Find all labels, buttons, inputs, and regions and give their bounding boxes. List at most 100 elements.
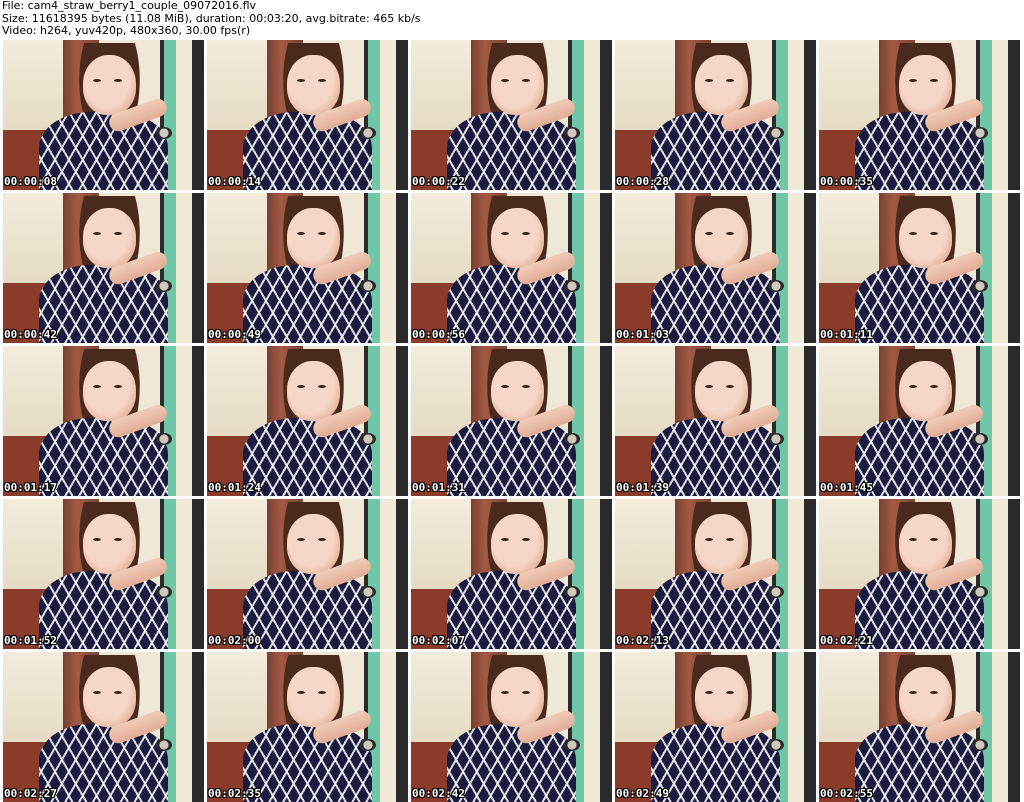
thumbnail-image-body: [243, 571, 372, 649]
video-thumbnail[interactable]: 00:02:27: [3, 652, 204, 802]
video-thumbnail[interactable]: 00:01:03: [615, 193, 816, 343]
thumbnail-image-face: [695, 514, 748, 574]
thumbnail-image-body: [243, 112, 372, 190]
thumbnail-timestamp: 00:02:00: [208, 634, 261, 647]
thumbnail-image-face: [899, 514, 952, 574]
video-thumbnail[interactable]: 00:01:24: [207, 346, 408, 496]
thumbnail-timestamp: 00:01:17: [4, 481, 57, 494]
thumbnail-image-eye-r: [929, 538, 938, 541]
thumbnail-image-eye-r: [929, 691, 938, 694]
video-thumbnail[interactable]: 00:02:49: [615, 652, 816, 802]
thumbnail-timestamp: 00:01:11: [820, 328, 873, 341]
thumbnail-image-body: [39, 418, 168, 496]
thumbnail-image-face: [695, 55, 748, 115]
video-thumbnail[interactable]: 00:02:07: [411, 499, 612, 649]
thumbnail-image-watch: [155, 586, 172, 598]
thumbnail-image-face: [695, 208, 748, 268]
thumbnail-image-watch: [971, 280, 988, 292]
thumbnail-image-eye-r: [929, 79, 938, 82]
video-thumbnail[interactable]: 00:00:08: [3, 40, 204, 190]
thumbnail-image-eye-r: [317, 232, 326, 235]
thumbnail-image-watch: [971, 739, 988, 751]
thumbnail-image-watch: [767, 586, 784, 598]
thumbnail-image-face: [287, 361, 340, 421]
thumbnail-image-body: [651, 112, 780, 190]
thumbnail-image-face: [491, 55, 544, 115]
thumbnail-image-face: [287, 208, 340, 268]
thumbnail-image-eye-r: [317, 691, 326, 694]
thumbnail-image-watch: [359, 127, 376, 139]
video-thumbnail[interactable]: 00:01:39: [615, 346, 816, 496]
thumbnail-image-face: [491, 361, 544, 421]
thumbnail-timestamp: 00:01:03: [616, 328, 669, 341]
thumbnail-image-eye-r: [521, 232, 530, 235]
video-thumbnail[interactable]: 00:01:11: [819, 193, 1020, 343]
video-thumbnail[interactable]: 00:00:49: [207, 193, 408, 343]
thumbnail-image-watch: [971, 127, 988, 139]
thumbnail-image-face: [83, 667, 136, 727]
video-thumbnail[interactable]: 00:00:28: [615, 40, 816, 190]
thumbnail-image-eye-r: [521, 79, 530, 82]
thumbnail-image-watch: [767, 739, 784, 751]
thumbnail-image-eye-r: [317, 538, 326, 541]
thumbnail-image-eye-r: [113, 691, 122, 694]
thumbnail-image-eye-r: [521, 538, 530, 541]
video-thumbnail[interactable]: 00:02:42: [411, 652, 612, 802]
thumbnail-grid: 00:00:08 00:00:14 00:00:22 00:00:28 00:00:35…: [3, 40, 1023, 802]
thumbnail-timestamp: 00:01:45: [820, 481, 873, 494]
video-thumbnail[interactable]: 00:01:45: [819, 346, 1020, 496]
thumbnail-image-watch: [971, 433, 988, 445]
thumbnail-image-body: [447, 571, 576, 649]
thumbnail-image-face: [899, 667, 952, 727]
thumbnail-image-face: [491, 514, 544, 574]
thumbnail-timestamp: 00:00:35: [820, 175, 873, 188]
thumbnail-image-watch: [359, 433, 376, 445]
video-thumbnail[interactable]: 00:02:21: [819, 499, 1020, 649]
thumbnail-image-body: [447, 265, 576, 343]
video-thumbnail[interactable]: 00:00:56: [411, 193, 612, 343]
thumbnail-image-body: [39, 724, 168, 802]
thumbnail-image-watch: [563, 586, 580, 598]
video-thumbnail[interactable]: 00:01:31: [411, 346, 612, 496]
thumbnail-timestamp: 00:02:42: [412, 787, 465, 800]
thumbnail-timestamp: 00:02:13: [616, 634, 669, 647]
thumbnail-image-face: [899, 208, 952, 268]
thumbnail-timestamp: 00:01:52: [4, 634, 57, 647]
thumbnail-image-eye-r: [929, 385, 938, 388]
thumbnail-image-watch: [767, 280, 784, 292]
file-info-header: File: cam4_straw_berry1_couple_09072016.…: [2, 0, 421, 38]
thumbnail-image-eye-r: [929, 232, 938, 235]
thumbnail-image-watch: [767, 433, 784, 445]
video-thumbnail[interactable]: 00:00:22: [411, 40, 612, 190]
thumbnail-image-face: [83, 55, 136, 115]
thumbnail-image-body: [855, 265, 984, 343]
thumbnail-image-face: [899, 361, 952, 421]
thumbnail-timestamp: 00:01:24: [208, 481, 261, 494]
thumbnail-image-body: [243, 265, 372, 343]
thumbnail-image-body: [855, 112, 984, 190]
thumbnail-image-body: [855, 418, 984, 496]
video-thumbnail[interactable]: 00:01:52: [3, 499, 204, 649]
thumbnail-image-face: [287, 55, 340, 115]
thumbnail-image-watch: [563, 433, 580, 445]
thumbnail-timestamp: 00:00:49: [208, 328, 261, 341]
thumbnail-image-face: [287, 514, 340, 574]
thumbnail-image-eye-r: [521, 691, 530, 694]
video-thumbnail[interactable]: 00:02:55: [819, 652, 1020, 802]
video-thumbnail[interactable]: 00:00:42: [3, 193, 204, 343]
video-thumbnail[interactable]: 00:00:35: [819, 40, 1020, 190]
video-thumbnail[interactable]: 00:02:00: [207, 499, 408, 649]
thumbnail-image-body: [447, 724, 576, 802]
video-thumbnail[interactable]: 00:01:17: [3, 346, 204, 496]
thumbnail-timestamp: 00:00:08: [4, 175, 57, 188]
thumbnail-image-watch: [563, 739, 580, 751]
thumbnail-image-body: [651, 724, 780, 802]
video-thumbnail[interactable]: 00:02:35: [207, 652, 408, 802]
video-thumbnail[interactable]: 00:00:14: [207, 40, 408, 190]
video-thumbnail[interactable]: 00:02:13: [615, 499, 816, 649]
thumbnail-image-watch: [155, 280, 172, 292]
thumbnail-timestamp: 00:00:56: [412, 328, 465, 341]
thumbnail-image-eye-r: [317, 385, 326, 388]
thumbnail-timestamp: 00:01:31: [412, 481, 465, 494]
thumbnail-image-eye-r: [725, 79, 734, 82]
